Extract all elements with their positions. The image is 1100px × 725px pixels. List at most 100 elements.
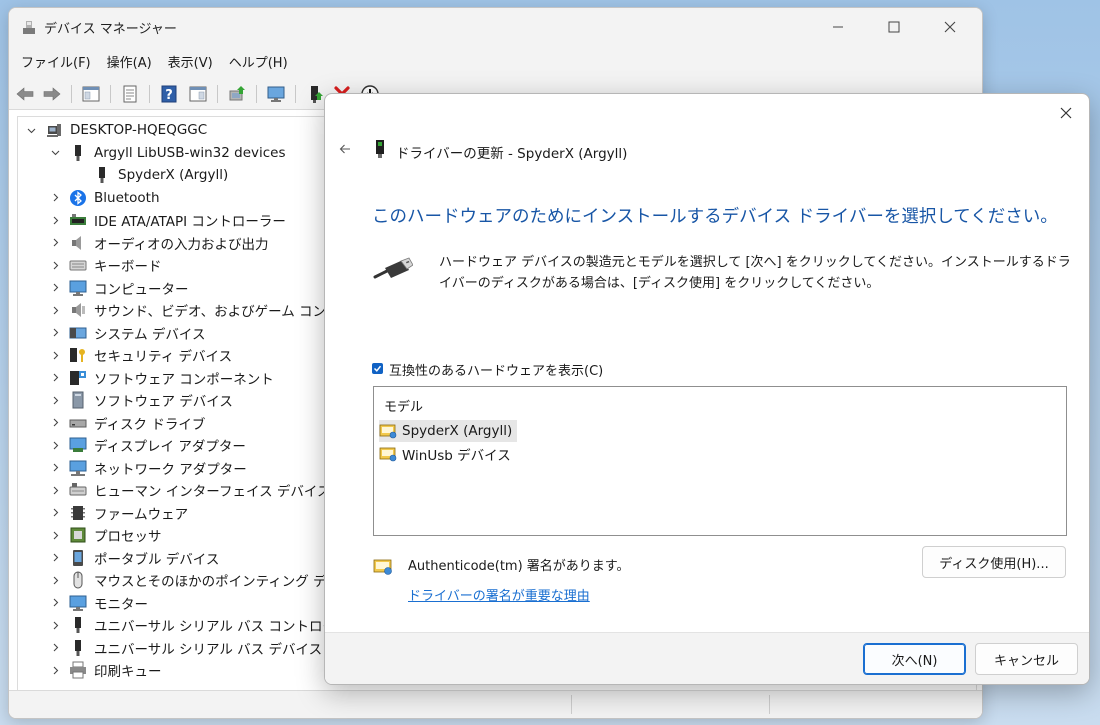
tree-category[interactable]: Argyll LibUSB-win32 devices xyxy=(47,142,286,164)
tree-item-label: ネットワーク アダプター xyxy=(94,461,247,478)
tree-category[interactable]: ポータブル デバイス xyxy=(47,547,219,569)
title-bar[interactable]: デバイス マネージャー xyxy=(9,8,982,46)
chevron-right-icon[interactable] xyxy=(47,662,63,678)
chevron-right-icon[interactable] xyxy=(47,325,63,341)
root-label: DESKTOP-HQEQGGC xyxy=(70,122,208,138)
dialog-description: ハードウェア デバイスの製造元とモデルを選択して [次へ] をクリックしてくださ… xyxy=(439,255,1071,291)
model-list[interactable]: モデル SpyderX (Argyll) WinUsb デバイス xyxy=(373,386,1067,536)
forward-button[interactable] xyxy=(41,84,63,104)
tree-item-label: ソフトウェア デバイス xyxy=(94,394,233,410)
chevron-right-icon[interactable] xyxy=(47,640,63,656)
sound-icon xyxy=(69,301,87,319)
close-button[interactable] xyxy=(927,8,973,46)
tree-category[interactable]: ソフトウェア コンポーネント xyxy=(47,367,274,389)
tree-category[interactable]: Bluetooth xyxy=(47,187,160,209)
dialog-close-button[interactable] xyxy=(1049,98,1083,128)
update-driver-button[interactable] xyxy=(226,84,248,104)
tree-category[interactable]: プロセッサ xyxy=(47,524,162,546)
software-component-icon xyxy=(69,369,87,387)
help-button[interactable]: ? xyxy=(158,84,180,104)
chevron-right-icon[interactable] xyxy=(47,257,63,273)
menu-help[interactable]: ヘルプ(H) xyxy=(221,52,296,71)
tree-item-label: オーディオの入力および出力 xyxy=(94,236,269,253)
scan-hardware-changes-button[interactable] xyxy=(265,84,287,104)
next-button[interactable]: 次へ(N) xyxy=(863,643,966,675)
tree-category[interactable]: ディスク ドライブ xyxy=(47,412,205,434)
tree-category[interactable]: マウスとそのほかのポインティング デバイス xyxy=(47,569,367,591)
tree-category[interactable]: ヒューマン インターフェイス デバイス xyxy=(47,479,330,501)
driver-signing-link[interactable]: ドライバーの署名が重要な理由 xyxy=(408,585,590,604)
usb-cable-icon xyxy=(373,257,413,279)
model-list-item[interactable]: WinUsb デバイス xyxy=(379,443,516,465)
tree-item-label: ディスプレイ アダプター xyxy=(94,439,246,455)
menu-action[interactable]: 操作(A) xyxy=(99,52,160,71)
chevron-right-icon[interactable] xyxy=(47,302,63,318)
tree-category[interactable]: IDE ATA/ATAPI コントローラー xyxy=(47,209,286,231)
chevron-right-icon[interactable] xyxy=(47,370,63,386)
tree-item-label: モニター xyxy=(94,596,148,613)
back-button[interactable] xyxy=(14,84,36,104)
show-hide-console-tree-button[interactable] xyxy=(80,84,102,104)
tree-category[interactable]: ユニバーサル シリアル バス デバイス xyxy=(47,637,322,659)
toolbar-separator xyxy=(256,85,257,103)
tree-item-label: ディスク ドライブ xyxy=(94,416,206,433)
model-list-item[interactable]: SpyderX (Argyll) xyxy=(379,420,518,442)
compatible-hardware-label[interactable]: 互換性のあるハードウェアを表示(C) xyxy=(389,360,603,379)
tree-root[interactable]: DESKTOP-HQEQGGC xyxy=(23,119,207,141)
tree-child-item[interactable]: SpyderX (Argyll) xyxy=(71,164,228,186)
enable-device-icon xyxy=(311,86,323,103)
chevron-right-icon[interactable] xyxy=(47,280,63,296)
tree-category[interactable]: ソフトウェア デバイス xyxy=(47,389,233,411)
tree-category[interactable]: オーディオの入力および出力 xyxy=(47,232,269,254)
tree-category[interactable]: コンピューター xyxy=(47,277,189,299)
tree-category[interactable]: ディスプレイ アダプター xyxy=(47,434,246,456)
chevron-right-icon[interactable] xyxy=(47,392,63,408)
status-bar xyxy=(9,690,982,718)
chevron-right-icon[interactable] xyxy=(47,190,63,206)
minimize-button[interactable] xyxy=(815,8,861,46)
tree-category[interactable]: ユニバーサル シリアル バス コントローラー xyxy=(47,614,363,636)
have-disk-button[interactable]: ディスク使用(H)... xyxy=(922,546,1066,578)
menu-view[interactable]: 表示(V) xyxy=(160,52,221,71)
chevron-right-icon[interactable] xyxy=(47,550,63,566)
chevron-right-icon[interactable] xyxy=(47,617,63,633)
maximize-button[interactable] xyxy=(871,8,917,46)
show-hide-action-pane-button[interactable] xyxy=(187,84,209,104)
chevron-down-icon[interactable] xyxy=(23,122,39,138)
chevron-right-icon[interactable] xyxy=(47,212,63,228)
tree-item-label: Bluetooth xyxy=(94,189,160,206)
chevron-right-icon[interactable] xyxy=(47,415,63,431)
model-label: WinUsb デバイス xyxy=(402,448,511,464)
tree-category[interactable]: ネットワーク アダプター xyxy=(47,457,247,479)
driver-certificate-icon xyxy=(379,424,397,439)
compatible-hardware-checkbox[interactable] xyxy=(372,363,383,374)
tree-category[interactable]: システム デバイス xyxy=(47,322,205,344)
cancel-button[interactable]: キャンセル xyxy=(975,643,1078,675)
status-divider xyxy=(769,695,770,714)
window-title: デバイス マネージャー xyxy=(44,22,177,37)
chevron-right-icon[interactable] xyxy=(47,527,63,543)
menu-file[interactable]: ファイル(F) xyxy=(13,52,99,71)
status-divider xyxy=(571,695,572,714)
usb-plug-icon xyxy=(69,144,87,162)
chevron-right-icon[interactable] xyxy=(47,505,63,521)
tree-category[interactable]: 印刷キュー xyxy=(47,659,162,681)
enable-device-button[interactable] xyxy=(304,84,326,104)
chevron-right-icon[interactable] xyxy=(47,482,63,498)
tree-category[interactable]: セキュリティ デバイス xyxy=(47,344,232,366)
chevron-right-icon[interactable] xyxy=(47,235,63,251)
chevron-right-icon[interactable] xyxy=(47,347,63,363)
tree-category[interactable]: キーボード xyxy=(47,254,162,276)
properties-button[interactable] xyxy=(119,84,141,104)
tree-category[interactable]: モニター xyxy=(47,592,148,614)
tree-item-label: キーボード xyxy=(94,259,162,275)
tree-category[interactable]: ファームウェア xyxy=(47,502,188,524)
security-key-icon xyxy=(69,346,87,364)
chevron-right-icon[interactable] xyxy=(47,437,63,453)
chevron-down-icon[interactable] xyxy=(47,145,63,161)
scan-monitor-icon xyxy=(267,86,285,102)
chevron-right-icon[interactable] xyxy=(47,595,63,611)
chevron-right-icon[interactable] xyxy=(47,572,63,588)
dialog-back-button[interactable] xyxy=(337,141,353,157)
chevron-right-icon[interactable] xyxy=(47,460,63,476)
